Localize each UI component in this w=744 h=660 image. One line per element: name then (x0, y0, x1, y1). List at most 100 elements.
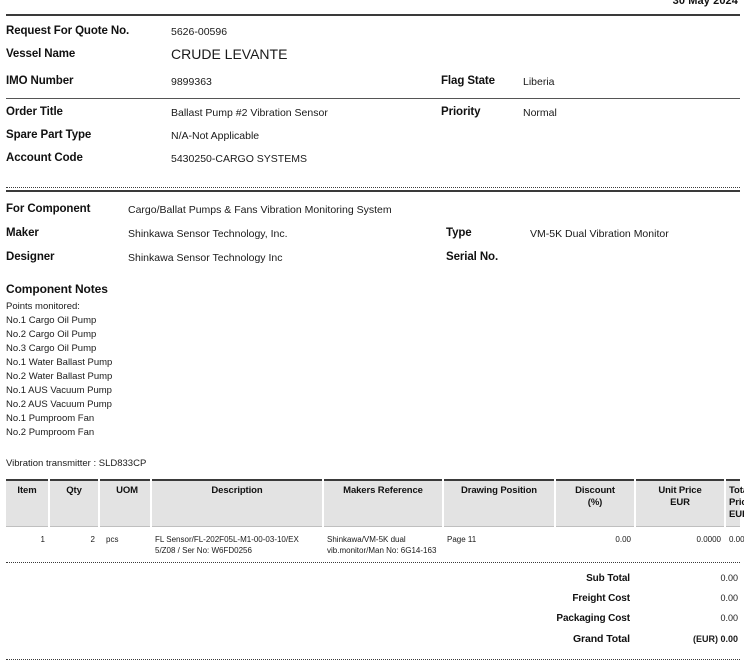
column-header-item-line1: Item (17, 485, 36, 496)
column-header-drawing-position: Drawing Position (443, 480, 555, 527)
value-spare-part-type: N/A-Not Applicable (171, 126, 441, 142)
items-table-bottom-dotted-rule (6, 562, 740, 563)
column-header-unit-price: Unit Price EUR (635, 480, 725, 527)
column-header-description-line1: Description (211, 485, 262, 496)
header-mid-separator-wrap (6, 95, 740, 103)
column-header-uom: UOM (99, 480, 151, 527)
column-header-unit-price-line1: Unit Price (658, 485, 701, 496)
cell-total-price: 0.00 (725, 527, 740, 561)
field-row-designer: Designer Shinkawa Sensor Technology Inc … (6, 249, 740, 273)
quotation-document-page: 30 May 2024 Request For Quote No. 5626-0… (0, 0, 744, 657)
label-priority: Priority (441, 103, 523, 118)
value-imo-number: 9899363 (171, 72, 441, 88)
value-sub-total: 0.00 (630, 573, 740, 583)
column-header-discount: Discount (%) (555, 480, 635, 527)
notes-point: No.1 AUS Vacuum Pump (6, 384, 740, 398)
column-header-item: Item (6, 480, 49, 527)
totals-row-packaging-cost: Packaging Cost 0.00 (6, 613, 740, 633)
cell-uom: pcs (99, 527, 151, 561)
label-imo-number: IMO Number (6, 72, 171, 87)
field-row-account-code: Account Code 5430250-CARGO SYSTEMS (6, 149, 740, 172)
component-notes-heading: Component Notes (6, 282, 740, 296)
value-order-title: Ballast Pump #2 Vibration Sensor (171, 103, 441, 119)
value-account-code: 5430250-CARGO SYSTEMS (171, 149, 441, 165)
field-row-rfq: Request For Quote No. 5626-00596 (6, 22, 740, 45)
column-header-makers-reference-line1: Makers Reference (343, 485, 423, 496)
totals-block: Sub Total 0.00 Freight Cost 0.00 Packagi… (6, 573, 740, 660)
field-row-for-component: For Component Cargo/Ballat Pumps & Fans … (6, 201, 740, 225)
header-mid-rule (6, 98, 740, 99)
value-flag-state: Liberia (523, 72, 740, 88)
notes-intro: Points monitored: (6, 300, 740, 314)
value-vessel-name: CRUDE LEVANTE (171, 45, 441, 62)
notes-point: No.1 Water Ballast Pump (6, 356, 740, 370)
label-packaging-cost: Packaging Cost (408, 613, 630, 624)
label-flag-state: Flag State (441, 72, 523, 87)
label-account-code: Account Code (6, 149, 171, 164)
items-table-head: Item Qty UOM Description Makers Referenc… (6, 480, 740, 527)
component-block: For Component Cargo/Ballat Pumps & Fans … (6, 187, 740, 469)
label-designer: Designer (6, 249, 128, 263)
totals-row-sub-total: Sub Total 0.00 (6, 573, 740, 593)
column-header-makers-reference: Makers Reference (323, 480, 443, 527)
column-header-description: Description (151, 480, 323, 527)
label-request-for-quote-no: Request For Quote No. (6, 22, 171, 37)
items-table-body: 1 2 pcs FL Sensor/FL-202F05L-M1-00-03-10… (6, 527, 740, 561)
value-freight-cost: 0.00 (630, 593, 740, 603)
label-serial-no: Serial No. (446, 249, 530, 263)
notes-point: No.3 Cargo Oil Pump (6, 342, 740, 356)
column-header-total-price-line2: EUR (729, 509, 744, 520)
value-for-component: Cargo/Ballat Pumps & Fans Vibration Moni… (128, 201, 740, 216)
column-header-uom-line1: UOM (116, 485, 138, 496)
column-header-discount-line1: Discount (575, 485, 615, 496)
notes-point: No.1 Pumproom Fan (6, 412, 740, 426)
cell-makers-reference: Shinkawa/VM-5K dual vib.monitor/Man No: … (323, 527, 443, 561)
value-request-for-quote-no: 5626-00596 (171, 22, 441, 38)
value-type: VM-5K Dual Vibration Monitor (530, 225, 740, 240)
document-date: 30 May 2024 (673, 0, 738, 7)
field-row-order-title: Order Title Ballast Pump #2 Vibration Se… (6, 103, 740, 126)
table-row: 1 2 pcs FL Sensor/FL-202F05L-M1-00-03-10… (6, 527, 740, 561)
value-priority: Normal (523, 103, 740, 119)
column-header-unit-price-line2: EUR (670, 497, 690, 508)
field-row-spare-part-type: Spare Part Type N/A-Not Applicable (6, 126, 740, 149)
column-header-drawing-position-line1: Drawing Position (461, 485, 537, 496)
column-header-total-price: Total Price EUR (725, 480, 740, 527)
component-notes-list: Points monitored: No.1 Cargo Oil Pump No… (6, 300, 740, 440)
label-type: Type (446, 225, 530, 239)
label-grand-total: Grand Total (408, 633, 630, 645)
notes-point: No.1 Cargo Oil Pump (6, 314, 740, 328)
cell-description: FL Sensor/FL-202F05L-M1-00-03-10/EX 5/Z0… (151, 527, 323, 561)
notes-point: No.2 Water Ballast Pump (6, 370, 740, 384)
column-header-discount-line2: (%) (588, 497, 602, 508)
label-spare-part-type: Spare Part Type (6, 126, 171, 141)
field-row-vessel-name: Vessel Name CRUDE LEVANTE (6, 45, 740, 72)
value-serial-no (530, 249, 740, 252)
cell-unit-price: 0.0000 (635, 527, 725, 561)
label-order-title: Order Title (6, 103, 171, 118)
column-header-qty: Qty (49, 480, 99, 527)
label-vessel-name: Vessel Name (6, 45, 171, 60)
notes-point: No.2 Pumproom Fan (6, 426, 740, 440)
label-sub-total: Sub Total (408, 573, 630, 584)
column-header-qty-line1: Qty (66, 485, 82, 496)
label-freight-cost: Freight Cost (408, 593, 630, 604)
notes-point: No.2 Cargo Oil Pump (6, 328, 740, 342)
cell-item: 1 (6, 527, 49, 561)
label-for-component: For Component (6, 201, 128, 215)
totals-row-freight-cost: Freight Cost 0.00 (6, 593, 740, 613)
label-maker: Maker (6, 225, 128, 239)
notes-point: No.2 AUS Vacuum Pump (6, 398, 740, 412)
component-field-rows: For Component Cargo/Ballat Pumps & Fans … (6, 192, 740, 273)
request-header-block: Request For Quote No. 5626-00596 Vessel … (6, 14, 740, 172)
value-grand-total: (EUR) 0.00 (630, 634, 740, 644)
column-header-total-price-line1: Total Price (729, 485, 744, 508)
value-maker: Shinkawa Sensor Technology, Inc. (128, 225, 446, 240)
value-packaging-cost: 0.00 (630, 613, 740, 623)
value-designer: Shinkawa Sensor Technology Inc (128, 249, 446, 264)
items-table-header-row: Item Qty UOM Description Makers Referenc… (6, 480, 740, 527)
vibration-transmitter-note: Vibration transmitter : SLD833CP (6, 458, 740, 469)
cell-discount: 0.00 (555, 527, 635, 561)
items-table-wrap: Item Qty UOM Description Makers Referenc… (6, 479, 740, 660)
totals-row-grand-total: Grand Total (EUR) 0.00 (6, 633, 740, 653)
